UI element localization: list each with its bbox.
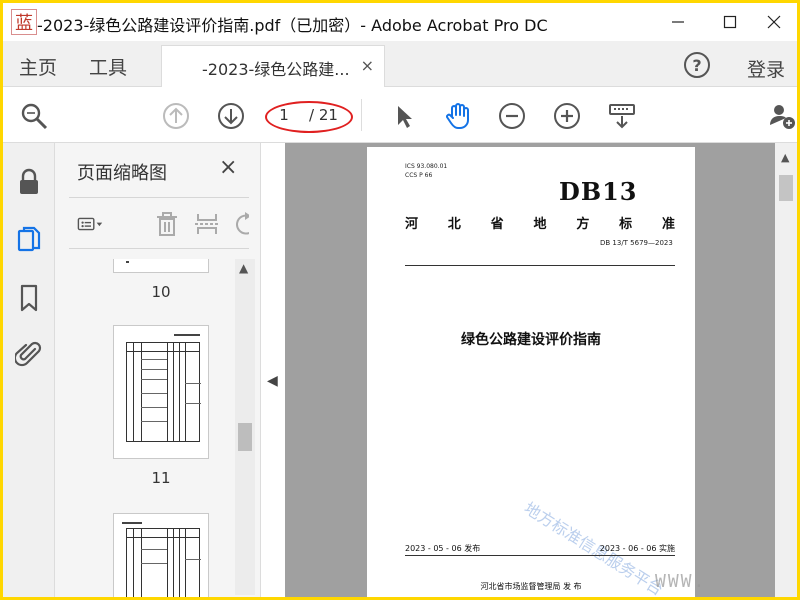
prev-page-icon[interactable] [161, 101, 191, 131]
split-icon[interactable] [193, 210, 221, 238]
collapse-panel-arrow-icon[interactable]: ◀ [267, 373, 278, 389]
rotate-icon[interactable] [231, 210, 249, 238]
select-cursor-icon[interactable] [389, 101, 419, 131]
panel-toolbar [69, 197, 249, 249]
delete-icon[interactable] [153, 210, 181, 238]
lock-icon[interactable] [15, 167, 43, 197]
thumbnail-page-11[interactable] [113, 325, 209, 459]
pdf-page: ICS 93.080.01 CCS P 66 DB13 河 北 省 地 方 标 … [367, 147, 695, 597]
toolbar: 1 / 21 [3, 87, 797, 143]
search-zoom-icon[interactable] [19, 101, 49, 131]
standard-number: DB 13/T 5679—2023 [600, 239, 673, 247]
close-icon[interactable] [751, 3, 797, 41]
hand-tool-icon[interactable] [443, 101, 473, 131]
tab-close-icon[interactable]: × [361, 56, 374, 75]
thumbnail-options-icon[interactable] [77, 210, 117, 238]
ics-code: ICS 93.080.01 [405, 163, 448, 170]
panel-close-icon[interactable]: × [219, 155, 237, 180]
scroll-up-arrow-icon[interactable]: ▲ [239, 261, 248, 275]
zoom-out-icon[interactable] [497, 101, 527, 131]
scroll-thumb[interactable] [238, 423, 252, 451]
tab-bar: 主页 工具 -2023-绿色公路建... × ? 登录 [3, 41, 797, 87]
zoom-in-icon[interactable] [552, 101, 582, 131]
keyboard-tools-icon[interactable] [607, 101, 637, 131]
minimize-icon[interactable] [655, 3, 701, 41]
divider [405, 555, 675, 556]
app-window: 蓝 -2023-绿色公路建设评价指南.pdf（已加密）- Adobe Acrob… [3, 3, 797, 597]
tab-tools[interactable]: 工具 [89, 53, 127, 80]
maximize-icon[interactable] [707, 3, 753, 41]
left-rail [3, 143, 55, 597]
province-heading: 河 北 省 地 方 标 准 [405, 217, 675, 232]
scroll-thumb[interactable] [779, 175, 793, 201]
thumbnail-scrollbar[interactable]: ▲ [235, 259, 255, 595]
toolbar-separator [361, 99, 362, 131]
issuer: 河北省市场监督管理局 发 布 [480, 582, 582, 591]
title-bar: 蓝 -2023-绿色公路建设评价指南.pdf（已加密）- Adobe Acrob… [3, 3, 797, 41]
watermark-url: WWW. [655, 571, 707, 592]
thumbnail-label: 11 [151, 469, 171, 487]
implement-date: 2023 - 06 - 06 实施 [599, 544, 675, 553]
thumbnail-page-10[interactable] [113, 259, 209, 273]
thumbnail-panel: 页面缩略图 × 10 11 ▲ [55, 143, 261, 597]
attachment-icon[interactable] [13, 339, 43, 369]
date-row: 2023 - 05 - 06 发布 2023 - 06 - 06 实施 [405, 543, 675, 554]
bookmark-icon[interactable] [15, 283, 43, 313]
document-title: 绿色公路建设评价指南 [461, 332, 601, 348]
db-label: DB13 [559, 177, 638, 206]
pages-icon[interactable] [15, 225, 43, 255]
panel-title: 页面缩略图 [77, 163, 167, 184]
tab-home[interactable]: 主页 [19, 53, 57, 80]
thumbnail-page-12[interactable] [113, 513, 209, 597]
ccs-code: CCS P 66 [405, 172, 433, 179]
document-scrollbar[interactable]: ▲ [775, 143, 797, 597]
app-logo: 蓝 [11, 9, 37, 35]
publish-date: 2023 - 05 - 06 发布 [405, 544, 481, 553]
login-button[interactable]: 登录 [747, 55, 785, 82]
document-view: ICS 93.080.01 CCS P 66 DB13 河 北 省 地 方 标 … [285, 143, 775, 597]
svg-text:?: ? [692, 56, 701, 75]
thumbnail-label: 10 [151, 283, 171, 301]
annotation-circle [265, 101, 353, 133]
divider [405, 265, 675, 266]
help-icon[interactable]: ? [683, 51, 711, 79]
tab-document[interactable]: -2023-绿色公路建... × [161, 45, 385, 87]
add-user-icon[interactable] [767, 101, 797, 131]
tab-document-label: -2023-绿色公路建... [202, 60, 350, 79]
window-title: -2023-绿色公路建设评价指南.pdf（已加密）- Adobe Acrobat… [37, 16, 548, 35]
scroll-up-arrow-icon[interactable]: ▲ [781, 151, 789, 164]
next-page-icon[interactable] [216, 101, 246, 131]
